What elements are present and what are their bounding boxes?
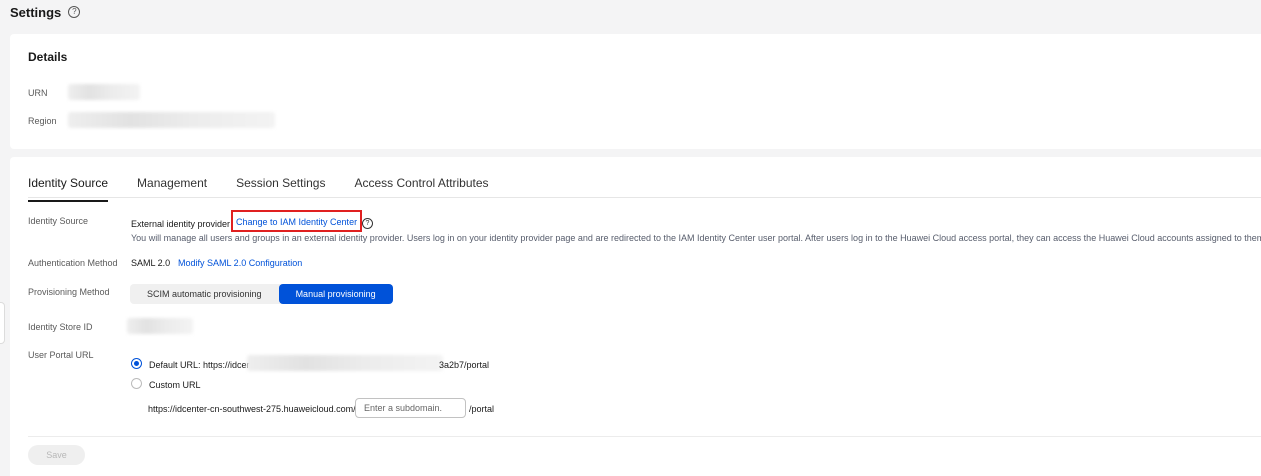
identity-source-description: You will manage all users and groups in … [131, 233, 1261, 243]
authentication-method-value: SAML 2.0 [131, 258, 171, 268]
tab-bar: Identity Source Management Session Setti… [28, 176, 518, 202]
change-to-iam-identity-center-link[interactable]: Change to IAM Identity Center [236, 217, 357, 227]
tab-management[interactable]: Management [137, 176, 207, 202]
save-button[interactable]: Save [28, 445, 85, 465]
urn-value-redacted [68, 84, 140, 100]
region-label: Region [28, 116, 57, 126]
details-title: Details [28, 50, 68, 64]
identity-source-label: Identity Source [28, 216, 89, 226]
region-value-redacted [68, 112, 275, 128]
scim-provisioning-option[interactable]: SCIM automatic provisioning [130, 284, 279, 304]
tabs-divider [28, 197, 1261, 198]
page-header: Settings ? [10, 3, 81, 21]
details-card: Details URN Region [10, 34, 1261, 149]
urn-label: URN [28, 88, 48, 98]
custom-url-label: Custom URL [149, 380, 201, 390]
tab-identity-source[interactable]: Identity Source [28, 176, 109, 202]
default-url-radio[interactable] [131, 358, 142, 369]
identity-store-id-redacted [127, 318, 193, 334]
authentication-method-label: Authentication Method [28, 258, 118, 268]
identity-source-value: External identity provider [131, 219, 231, 229]
page-title: Settings [10, 4, 62, 20]
default-url-redacted [247, 355, 443, 371]
identity-store-id-label: Identity Store ID [28, 322, 93, 332]
footer-divider [28, 436, 1261, 437]
subdomain-input[interactable] [355, 398, 466, 418]
help-icon[interactable]: ? [362, 218, 373, 229]
tab-session-settings[interactable]: Session Settings [236, 176, 325, 202]
modify-saml-link[interactable]: Modify SAML 2.0 Configuration [178, 258, 302, 268]
default-url-suffix: 3a2b7/portal [439, 360, 490, 370]
side-panel-handle[interactable] [0, 302, 5, 344]
provisioning-method-toggle: SCIM automatic provisioning Manual provi… [130, 284, 393, 304]
default-url-prefix: Default URL: https://idcer [149, 360, 250, 370]
provisioning-method-label: Provisioning Method [28, 287, 110, 297]
custom-url-suffix: /portal [469, 404, 495, 414]
settings-card: Identity Source Management Session Setti… [10, 157, 1261, 476]
manual-provisioning-option[interactable]: Manual provisioning [278, 284, 393, 304]
change-link-highlight: Change to IAM Identity Center [231, 210, 363, 232]
help-icon[interactable]: ? [68, 6, 81, 18]
custom-url-prefix: https://idcenter-cn-southwest-275.huawei… [148, 404, 356, 414]
custom-url-radio[interactable] [131, 378, 142, 389]
user-portal-url-label: User Portal URL [28, 350, 94, 360]
tab-access-control-attributes[interactable]: Access Control Attributes [354, 176, 488, 202]
